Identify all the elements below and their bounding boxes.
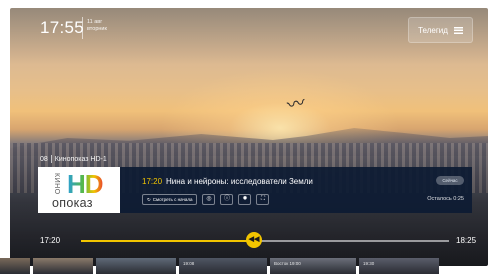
fullscreen-button[interactable]: ⛶ [256, 194, 270, 205]
fullscreen-icon: ⛶ [260, 196, 266, 202]
timeline-progress [81, 240, 254, 242]
program-start-time: 17:20 [142, 177, 163, 186]
program-title: Нина и нейроны: исследователи Земли [166, 177, 313, 186]
gear-icon: ✹ [242, 196, 248, 202]
date-day: 11 авг [87, 19, 103, 25]
watch-from-start-label: Смотреть с начала [152, 197, 193, 202]
channel-logo: КИНО HD опоказ [38, 167, 120, 213]
timeline-start: 17:20 [40, 236, 61, 245]
channel-number: 08 [40, 155, 48, 163]
record-icon: ◎ [206, 196, 212, 202]
restart-icon: ↻ [147, 197, 151, 202]
date-weekday: вторник [87, 26, 107, 32]
current-date: 11 авг вторник [87, 19, 107, 33]
program-thumbnail[interactable]: Восток 19:00 [270, 258, 356, 274]
logo-side-text: КИНО [53, 173, 60, 195]
timeline-track[interactable] [81, 240, 449, 242]
settings-button[interactable]: ✹ [238, 194, 252, 205]
logo-hd-text: HD [67, 169, 104, 199]
tv-guide-button[interactable]: Телегид [408, 17, 473, 43]
hamburger-icon [453, 26, 463, 34]
info-icon: ⓘ [223, 196, 230, 202]
logo-bottom-text: опоказ [52, 196, 93, 210]
program-actions: ↻ Смотреть с начала ◎ ⓘ ✹ ⛶ [142, 194, 270, 205]
program-panel: КИНО HD опоказ 17:20 Нина и нейроны: исс… [38, 167, 472, 213]
timeline-end: 18:25 [456, 236, 477, 245]
record-button[interactable]: ◎ [202, 194, 216, 205]
now-badge: Сейчас [436, 176, 464, 185]
program-thumbnail[interactable]: 19:08 [179, 258, 267, 274]
thumbnail-label: 19:30 [363, 261, 375, 266]
program-thumbnail[interactable] [33, 258, 93, 274]
thumbnail-label: 19:08 [183, 261, 195, 266]
info-button[interactable]: ⓘ [220, 194, 234, 205]
tv-screen: 〰 [10, 8, 488, 266]
timeline-handle[interactable]: ◀◀ [245, 232, 262, 248]
tv-guide-label: Телегид [418, 25, 448, 35]
program-thumbnail[interactable] [96, 258, 176, 274]
channel-info: 08 Кинопоказ HD-1 [40, 155, 107, 163]
channel-divider [50, 155, 52, 163]
watch-from-start-button[interactable]: ↻ Смотреть с начала [142, 194, 198, 205]
channel-name: Кинопоказ HD-1 [54, 155, 107, 163]
header-divider [82, 17, 83, 39]
program-thumbnail[interactable] [0, 258, 30, 274]
program-thumbnail[interactable]: 19:30 [359, 258, 439, 274]
time-remaining: Осталось 0:25 [427, 196, 464, 202]
thumbnail-label: Восток 19:00 [274, 261, 301, 266]
thumbnail-strip: 19:08 Восток 19:00 19:30 [0, 258, 478, 274]
current-time: 17:55 [40, 18, 85, 37]
